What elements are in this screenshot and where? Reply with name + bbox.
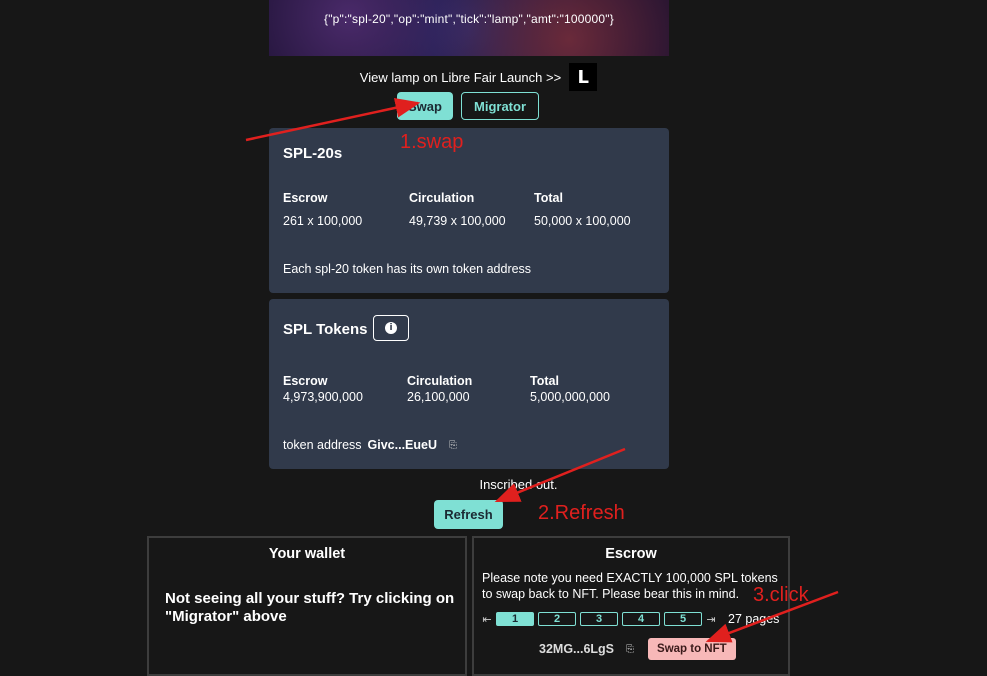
- token-address-value[interactable]: Givc...EueU: [368, 438, 437, 452]
- inscribed-status: Inscribed out.: [479, 477, 558, 492]
- last-page-icon[interactable]: ⇥: [706, 613, 716, 626]
- escrow-panel: Escrow Please note you need EXACTLY 100,…: [472, 536, 790, 676]
- spl-tokens-card: SPL Tokens i Escrow 4,973,900,000 Circul…: [269, 299, 669, 469]
- escrow-nft-row: 32MG...6LgS ⎘ Swap to NFT: [539, 638, 736, 660]
- page-button-2[interactable]: 2: [538, 612, 576, 626]
- escrow-title: Escrow: [605, 546, 657, 562]
- migrator-tab-button[interactable]: Migrator: [461, 92, 539, 120]
- swap-tab-button[interactable]: Swap: [397, 92, 453, 120]
- wallet-title: Your wallet: [268, 546, 346, 562]
- spl20-escrow-value: 261 x 100,000: [283, 214, 363, 228]
- swap-to-nft-button[interactable]: Swap to NFT: [648, 638, 736, 660]
- spl20-total-label: Total: [534, 191, 563, 205]
- spl20-note: Each spl-20 token has its own token addr…: [283, 262, 532, 276]
- spl20-circulation-label: Circulation: [409, 191, 475, 205]
- token-address-row: token address Givc...EueU ⎘: [283, 438, 457, 452]
- annotation-step2: 2.Refresh: [538, 502, 625, 524]
- escrow-note: Please note you need EXACTLY 100,000 SPL…: [482, 571, 778, 601]
- fair-launch-row[interactable]: View lamp on Libre Fair Launch >> L: [0, 63, 987, 91]
- nft-copy-icon[interactable]: ⎘: [626, 644, 634, 655]
- nft-address: 32MG...6LgS: [539, 642, 615, 656]
- tokens-total-value: 5,000,000,000: [530, 390, 610, 404]
- annotation-step3: 3.click: [753, 584, 809, 606]
- page-button-1[interactable]: 1: [496, 612, 534, 626]
- libre-logo-glyph: L: [577, 66, 589, 88]
- tokens-circulation-label: Circulation: [407, 374, 473, 388]
- spl20-total-value: 50,000 x 100,000: [534, 214, 631, 228]
- spl-tokens-title: SPL Tokens: [283, 321, 368, 338]
- tab-row: Swap Migrator: [397, 92, 539, 120]
- refresh-button[interactable]: Refresh: [434, 500, 503, 529]
- info-icon: i: [385, 322, 397, 334]
- pagination: ⇤ 1 2 3 4 5 ⇥ 27 pages: [482, 612, 779, 626]
- spl20-circulation-value: 49,739 x 100,000: [409, 214, 506, 228]
- wallet-message: Not seeing all your stuff? Try clicking …: [165, 590, 455, 625]
- tokens-escrow-label: Escrow: [283, 374, 328, 388]
- info-button[interactable]: i: [373, 315, 409, 341]
- inscription-text: {"p":"spl-20","op":"mint","tick":"lamp",…: [324, 12, 614, 26]
- spl20-title: SPL-20s: [283, 145, 343, 162]
- tokens-circulation-value: 26,100,000: [407, 390, 470, 404]
- copy-icon[interactable]: ⎘: [449, 440, 457, 451]
- fair-launch-link[interactable]: View lamp on Libre Fair Launch >>: [360, 70, 561, 85]
- tokens-escrow-value: 4,973,900,000: [283, 390, 363, 404]
- page-button-5[interactable]: 5: [664, 612, 702, 626]
- annotation-step1: 1.swap: [400, 131, 464, 153]
- token-address-label: token address: [283, 438, 362, 452]
- spl20-escrow-label: Escrow: [283, 191, 328, 205]
- page-button-3[interactable]: 3: [580, 612, 618, 626]
- spl20-card: SPL-20s Escrow 261 x 100,000 Circulation…: [269, 128, 669, 293]
- first-page-icon[interactable]: ⇤: [482, 613, 492, 626]
- total-pages: 27 pages: [728, 612, 780, 626]
- inscription-banner: {"p":"spl-20","op":"mint","tick":"lamp",…: [269, 0, 669, 56]
- tokens-total-label: Total: [530, 374, 559, 388]
- libre-logo-icon[interactable]: L: [569, 63, 598, 91]
- page-button-4[interactable]: 4: [622, 612, 660, 626]
- wallet-panel: Your wallet Not seeing all your stuff? T…: [147, 536, 467, 676]
